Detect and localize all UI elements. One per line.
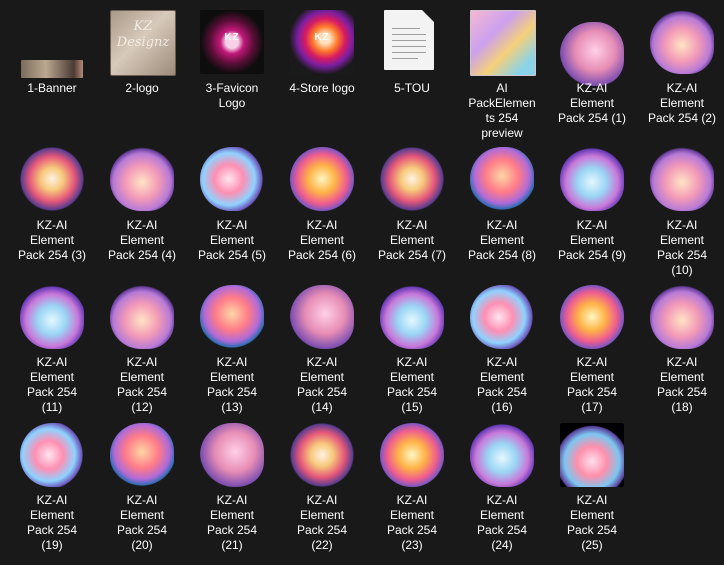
file-item[interactable]: KZ-AI Element Pack 254 (24) xyxy=(457,419,547,559)
dolphin-image-icon xyxy=(560,22,624,86)
logo-art-text: KZ Designz xyxy=(116,19,170,50)
text-document-icon xyxy=(384,10,434,70)
coral-tree-image-icon xyxy=(110,423,174,487)
file-item[interactable]: KZ-AI Element Pack 254 (16) xyxy=(457,281,547,421)
file-item[interactable]: KZ-AI Element Pack 254 (13) xyxy=(187,281,277,421)
flower-coral-image-icon xyxy=(200,423,264,487)
coral-clam-image-icon xyxy=(110,285,174,349)
heart-coral-image-icon xyxy=(470,423,534,487)
file-item[interactable]: KZ-AI Element Pack 254 (10) xyxy=(637,143,724,283)
pirate-skull-image-icon xyxy=(20,147,84,211)
file-item[interactable]: KZ-AI Element Pack 254 (6) xyxy=(277,143,367,263)
file-label: KZ-AI Element Pack 254 (9) xyxy=(557,218,627,262)
coral-image-icon xyxy=(470,285,534,349)
file-item[interactable]: KZ-AI Element Pack 254 (8) xyxy=(457,143,547,263)
file-item[interactable]: KZ-AI Element Pack 254 (2) xyxy=(637,2,724,125)
angelfish-image-icon xyxy=(200,285,264,349)
file-label: KZ-AI Element Pack 254 (23) xyxy=(386,493,438,552)
favicon-image-icon: KZ xyxy=(200,10,264,74)
banner-image-icon xyxy=(21,60,83,78)
crab-image-icon xyxy=(20,285,84,349)
reef-scene-image-icon xyxy=(560,423,624,487)
file-item[interactable]: KZ-AI Element Pack 254 (3) xyxy=(7,143,97,263)
file-item[interactable]: KZ-AI Element Pack 254 (17) xyxy=(547,281,637,421)
shell-cluster-image-icon xyxy=(200,147,264,211)
file-label: KZ-AI Element Pack 254 (22) xyxy=(296,493,348,552)
file-label: 5-TOU xyxy=(394,81,430,95)
file-label: KZ-AI Element Pack 254 (24) xyxy=(476,493,528,552)
shipwreck-image-icon xyxy=(560,147,624,211)
file-label: KZ-AI Element Pack 254 (18) xyxy=(656,355,708,414)
file-label: KZ-AI Element Pack 254 (4) xyxy=(107,218,177,262)
file-item[interactable]: 5-TOU xyxy=(367,2,457,122)
file-label: 4-Store logo xyxy=(289,81,355,95)
file-label: KZ-AI Element Pack 254 (13) xyxy=(206,355,258,414)
file-item[interactable]: KZ 3-Favicon Logo xyxy=(187,2,277,122)
file-label: KZ-AI Element Pack 254 (8) xyxy=(467,218,537,262)
file-label: KZ-AI Element Pack 254 (16) xyxy=(476,355,528,414)
file-item[interactable]: KZ-AI Element Pack 254 (12) xyxy=(97,281,187,421)
file-item[interactable]: KZ-AI Element Pack 254 (15) xyxy=(367,281,457,421)
file-item[interactable]: KZ Designz 2-logo xyxy=(97,2,187,122)
file-label: KZ-AI Element Pack 254 (21) xyxy=(206,493,258,552)
file-label: KZ-AI Element Pack 254 (1) xyxy=(557,81,627,125)
file-item[interactable]: KZ-AI Element Pack 254 (11) xyxy=(7,281,97,421)
file-item[interactable]: AI PackElemen ts 254 preview xyxy=(457,2,547,142)
file-label: 3-Favicon Logo xyxy=(205,81,259,110)
file-item[interactable]: KZ-AI Element Pack 254 (14) xyxy=(277,281,367,421)
file-item[interactable]: KZ-AI Element Pack 254 (1) xyxy=(547,2,637,125)
file-label: KZ-AI Element Pack 254 (19) xyxy=(26,493,78,552)
store-logo-image-icon: KZ xyxy=(290,10,354,74)
mermaid-image-icon xyxy=(380,147,444,211)
file-item[interactable]: KZ-AI Element Pack 254 (18) xyxy=(637,281,724,421)
octopus-image-icon xyxy=(650,10,714,74)
file-label: AI PackElemen ts 254 preview xyxy=(468,81,536,140)
file-label: KZ-AI Element Pack 254 (3) xyxy=(17,218,87,262)
store-logo-art-text: KZ xyxy=(314,32,330,43)
file-item[interactable]: KZ-AI Element Pack 254 (19) xyxy=(7,419,97,559)
file-label: KZ-AI Element Pack 254 (14) xyxy=(296,355,348,414)
shells-image-icon xyxy=(110,147,174,211)
file-label: KZ-AI Element Pack 254 (2) xyxy=(647,81,717,125)
file-grid: 1-Banner KZ Designz 2-logo KZ 3-Favicon … xyxy=(0,0,724,565)
logo-image-icon: KZ Designz xyxy=(110,10,176,76)
anemone-image-icon xyxy=(560,285,624,349)
tropical-fish-image-icon xyxy=(380,423,444,487)
file-label: KZ-AI Element Pack 254 (7) xyxy=(377,218,447,262)
file-label: KZ-AI Element Pack 254 (11) xyxy=(26,355,78,414)
file-item[interactable]: KZ-AI Element Pack 254 (22) xyxy=(277,419,367,559)
file-item[interactable]: KZ-AI Element Pack 254 (4) xyxy=(97,143,187,263)
preview-image-icon xyxy=(470,10,536,76)
file-label: KZ-AI Element Pack 254 (20) xyxy=(116,493,168,552)
castle-image-icon xyxy=(650,285,714,349)
file-item[interactable]: KZ-AI Element Pack 254 (25) xyxy=(547,419,637,559)
favicon-art-text: KZ xyxy=(224,32,240,43)
ship-image-icon xyxy=(290,147,354,211)
file-item[interactable]: KZ-AI Element Pack 254 (5) xyxy=(187,143,277,263)
file-label: KZ-AI Element Pack 254 (25) xyxy=(566,493,618,552)
file-item[interactable]: KZ-AI Element Pack 254 (7) xyxy=(367,143,457,263)
file-item[interactable]: KZ-AI Element Pack 254 (23) xyxy=(367,419,457,559)
file-label: KZ-AI Element Pack 254 (10) xyxy=(656,218,708,277)
fish-image-icon xyxy=(470,147,534,211)
file-item[interactable]: 1-Banner xyxy=(7,2,97,122)
file-item[interactable]: KZ-AI Element Pack 254 (20) xyxy=(97,419,187,559)
file-label: KZ-AI Element Pack 254 (6) xyxy=(287,218,357,262)
file-item[interactable]: KZ-AI Element Pack 254 (9) xyxy=(547,143,637,263)
file-item[interactable]: KZ-AI Element Pack 254 (21) xyxy=(187,419,277,559)
shark-image-icon xyxy=(380,285,444,349)
file-label: KZ-AI Element Pack 254 (15) xyxy=(386,355,438,414)
file-label: KZ-AI Element Pack 254 (17) xyxy=(566,355,618,414)
file-item[interactable]: KZ 4-Store logo xyxy=(277,2,367,122)
file-label: KZ-AI Element Pack 254 (5) xyxy=(197,218,267,262)
file-label: 2-logo xyxy=(125,81,159,95)
seahorse-image-icon xyxy=(290,423,354,487)
coral-reef-image-icon xyxy=(20,423,84,487)
file-label: 1-Banner xyxy=(27,81,77,95)
clam-image-icon xyxy=(650,147,714,211)
octopus-coral-image-icon xyxy=(290,285,354,349)
file-label: KZ-AI Element Pack 254 (12) xyxy=(116,355,168,414)
